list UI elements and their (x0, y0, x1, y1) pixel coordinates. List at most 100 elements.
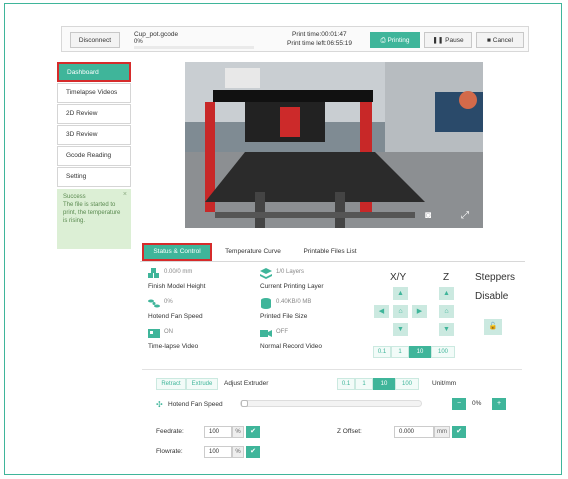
steppers-label: Steppers (475, 272, 516, 283)
normal-video-label: Normal Record Video (260, 343, 323, 350)
hotend-fan-value: 0% (164, 299, 173, 305)
sidebar: Dashboard Timelapse Videos 2D Review 3D … (57, 62, 131, 249)
z-minus-button[interactable]: ▼ (439, 323, 454, 336)
unlock-icon[interactable]: 🔓 (484, 319, 502, 335)
tab-status-control[interactable]: Status & Control (142, 243, 212, 261)
sidebar-item-3d-review[interactable]: 3D Review (57, 125, 131, 145)
camera-feed: ◙ ⤢ (185, 62, 483, 228)
step-1[interactable]: 1 (391, 346, 409, 358)
fan-decrease-button[interactable]: − (452, 398, 466, 410)
disable-label: Disable (475, 291, 509, 302)
adjust-extruder-label: Adjust Extruder (224, 380, 269, 387)
alert-title: Success (63, 194, 86, 200)
sidebar-item-setting[interactable]: Setting (57, 167, 131, 187)
video-icon (148, 329, 160, 338)
cancel-button[interactable]: ■ Cancel (476, 32, 524, 48)
unit-label: Unit/mm (432, 380, 457, 387)
layers-icon (260, 268, 272, 279)
file-size-cell: 0.40KB/0 MB Printed File Size (254, 296, 366, 324)
app-frame: Disconnect Cup_pot.gcode 0% Print time:0… (4, 3, 562, 475)
slider-handle[interactable] (241, 400, 248, 407)
timelapse-value: ON (164, 329, 173, 335)
fan-increase-button[interactable]: + (492, 398, 506, 410)
model-height-cell: 0.00/0 mm Finish Model Height (142, 266, 254, 294)
fan-speed-slider[interactable] (240, 400, 422, 407)
z-label: Z (443, 272, 450, 283)
normal-video-value: OFF (276, 329, 288, 335)
time-left: Print time left:06:55:19 (287, 40, 353, 47)
timelapse-cell: ON Time-lapse Video (142, 326, 254, 354)
cubes-icon (148, 268, 159, 278)
step-100[interactable]: 100 (431, 346, 455, 358)
home-xy-button[interactable]: ⌂ (393, 305, 408, 318)
feedrate-input[interactable]: 100 (204, 426, 232, 438)
ext-step-1[interactable]: 1 (355, 378, 373, 390)
z-plus-button[interactable]: ▲ (439, 287, 454, 300)
sidebar-item-2d-review[interactable]: 2D Review (57, 104, 131, 124)
model-height-label: Finish Model Height (148, 283, 206, 290)
hotend-fan-label: Hotend Fan Speed (148, 313, 203, 320)
x-minus-button[interactable]: ◀ (374, 305, 389, 318)
close-icon[interactable]: × (123, 191, 127, 199)
y-plus-button[interactable]: ▲ (393, 287, 408, 300)
ext-step-0.1[interactable]: 0.1 (337, 378, 355, 390)
x-plus-button[interactable]: ▶ (412, 305, 427, 318)
model-height-value: 0.00/0 mm (164, 269, 193, 275)
pause-icon: ❚❚ (432, 37, 446, 44)
sidebar-item-timelapse[interactable]: Timelapse Videos (57, 83, 131, 103)
feedrate-unit: % (232, 426, 244, 438)
status-bar: Disconnect Cup_pot.gcode 0% Print time:0… (61, 26, 529, 52)
database-icon (261, 298, 271, 309)
camera-icon (260, 330, 272, 337)
fullscreen-icon[interactable]: ⤢ (461, 210, 469, 221)
file-name: Cup_pot.gcode (134, 31, 179, 38)
flowrate-unit: % (232, 446, 244, 458)
zoffset-input[interactable]: 0.000 (394, 426, 434, 438)
sidebar-item-dashboard[interactable]: Dashboard (57, 62, 131, 82)
print-time: Print time:00:01:47 (292, 31, 347, 38)
pause-label: Pause (445, 37, 464, 44)
xy-label: X/Y (390, 272, 407, 283)
zoffset-label: Z Offset: (337, 428, 362, 435)
fan-speed-label: Hotend Fan Speed (168, 401, 223, 408)
feedrate-confirm-button[interactable]: ✔ (246, 426, 260, 438)
file-size-label: Printed File Size (260, 313, 308, 320)
printing-label: Printing (387, 37, 410, 44)
retract-button[interactable]: Retract (156, 378, 186, 390)
hotend-fan-cell: 0% Hotend Fan Speed (142, 296, 254, 324)
progress-bar (134, 46, 254, 49)
tab-printable-files[interactable]: Printable Files List (290, 243, 370, 261)
success-alert: × Success The file is started to print, … (57, 189, 131, 249)
y-minus-button[interactable]: ▼ (393, 323, 408, 336)
timelapse-label: Time-lapse Video (148, 343, 199, 350)
ext-step-100[interactable]: 100 (395, 378, 419, 390)
progress-percent: 0% (134, 39, 143, 45)
file-size-value: 0.40KB/0 MB (276, 299, 312, 305)
feedrate-label: Feedrate: (156, 428, 184, 435)
flowrate-input[interactable]: 100 (204, 446, 232, 458)
layers-label: Current Printing Layer (260, 283, 324, 290)
normal-video-cell: OFF Normal Record Video (254, 326, 366, 354)
home-z-button[interactable]: ⌂ (439, 305, 454, 318)
extrude-button[interactable]: Extrude (186, 378, 218, 390)
fan-icon (148, 299, 160, 308)
flowrate-confirm-button[interactable]: ✔ (246, 446, 260, 458)
alert-text: The file is started to print, the temper… (63, 202, 121, 224)
printing-button[interactable]: ⎙ Printing (370, 32, 420, 48)
layers-cell: 1/0 Layers Current Printing Layer (254, 266, 366, 294)
tab-temperature-curve[interactable]: Temperature Curve (218, 243, 288, 261)
flowrate-label: Flowrate: (156, 448, 183, 455)
zoffset-unit: mm (434, 426, 450, 438)
step-10[interactable]: 10 (409, 346, 431, 358)
ext-step-10[interactable]: 10 (373, 378, 395, 390)
layers-value: 1/0 Layers (276, 269, 305, 275)
step-0.1[interactable]: 0.1 (373, 346, 391, 358)
cancel-label: Cancel (492, 37, 513, 44)
fan-speed-value: 0% (472, 400, 482, 407)
zoffset-confirm-button[interactable]: ✔ (452, 426, 466, 438)
disconnect-button[interactable]: Disconnect (70, 32, 120, 48)
snapshot-icon[interactable]: ◙ (425, 210, 431, 221)
printer-camera-image (185, 62, 483, 228)
pause-button[interactable]: ❚❚ Pause (424, 32, 472, 48)
sidebar-item-gcode-reading[interactable]: Gcode Reading (57, 146, 131, 166)
